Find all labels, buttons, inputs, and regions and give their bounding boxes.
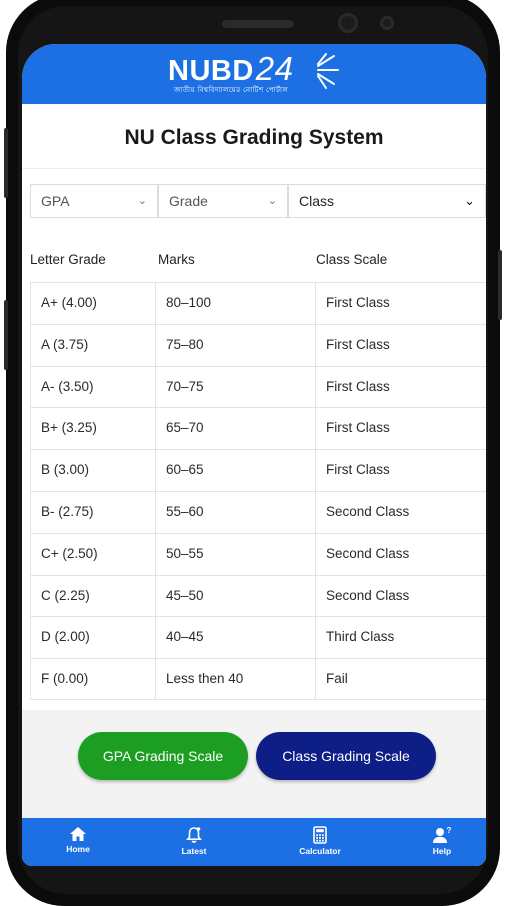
- class-cell: First Class: [326, 295, 390, 310]
- calculator-icon: [313, 826, 327, 844]
- grade-cell: B- (2.75): [30, 491, 156, 533]
- header-letter-grade: Letter Grade: [30, 252, 106, 267]
- class-cell: First Class: [326, 378, 390, 394]
- class-cell: Second Class: [326, 545, 410, 561]
- phone-side-button-left: [4, 128, 8, 198]
- help-user-icon: ?: [433, 826, 452, 843]
- app-screen: NUBD24 জাতীয় বিশ্ববিদ্যালয়ের নোটিশ পোর…: [22, 44, 486, 866]
- grade-cell: B (3.00): [30, 450, 156, 491]
- gpa-grading-scale-button[interactable]: GPA Grading Scale: [78, 732, 248, 780]
- header-marks: Marks: [158, 252, 195, 267]
- grade-cell: A (3.75): [30, 324, 156, 366]
- marks-cell: 55–60: [156, 491, 316, 533]
- grade-cell: B+ (3.25): [30, 408, 156, 450]
- nav-label-calculator: Calculator: [299, 846, 341, 856]
- nav-item-calculator[interactable]: Calculator: [280, 818, 360, 866]
- marks-cell: 50–55: [156, 533, 316, 575]
- app-logo[interactable]: NUBD24: [168, 52, 294, 87]
- app-header: NUBD24 জাতীয় বিশ্ববিদ্যালয়ের নোটিশ পোর…: [22, 44, 486, 104]
- chevron-down-icon: ⌄: [464, 193, 475, 208]
- grade-cell: D (2.00): [30, 617, 156, 659]
- class-cell: Third Class: [326, 629, 395, 645]
- table-row: A (3.75) 75–80 First Class: [30, 323, 486, 366]
- header-class-scale: Class Scale: [316, 252, 388, 267]
- marks-cell: 65–70: [156, 408, 316, 450]
- grade-cell: C+ (2.50): [30, 533, 156, 575]
- table-row: F (0.00) Less then 40 Fail: [30, 658, 486, 700]
- bottom-nav: Home Latest Calculator ? Help: [22, 818, 486, 866]
- class-cell: Fail: [326, 671, 348, 687]
- table-row: B- (2.75) 55–60 Second Class: [30, 490, 486, 533]
- marks-cell: 75–80: [156, 324, 316, 366]
- nav-item-help[interactable]: ? Help: [402, 818, 482, 866]
- marks-cell: 80–100: [156, 283, 316, 324]
- nav-label-help: Help: [432, 846, 452, 856]
- phone-speaker: [222, 20, 294, 28]
- logo-rays-icon: [317, 53, 339, 89]
- bell-icon: [186, 827, 202, 843]
- class-select[interactable]: Class ⌄: [288, 184, 486, 218]
- table-row: B (3.00) 60–65 First Class: [30, 449, 486, 491]
- marks-cell: 40–45: [156, 617, 316, 659]
- page-title: NU Class Grading System: [124, 126, 384, 149]
- class-select-label: Class: [299, 193, 335, 209]
- class-cell: First Class: [326, 462, 390, 478]
- marks-cell: 45–50: [156, 575, 316, 617]
- gpa-select[interactable]: GPA ⌄: [30, 184, 158, 218]
- class-cell: First Class: [326, 336, 390, 352]
- marks-cell: 70–75: [156, 366, 316, 408]
- logo-number: 24: [255, 50, 294, 87]
- grading-table: A+ (4.00) 80–100 First Class A (3.75) 75…: [30, 282, 486, 700]
- grade-cell: F (0.00): [30, 659, 156, 699]
- class-grading-scale-button[interactable]: Class Grading Scale: [256, 732, 436, 780]
- class-cell: Second Class: [326, 587, 410, 603]
- front-camera-icon: [338, 13, 358, 33]
- table-row: C (2.25) 45–50 Second Class: [30, 574, 486, 617]
- marks-cell: Less then 40: [156, 659, 316, 699]
- table-row: D (2.00) 40–45 Third Class: [30, 616, 486, 659]
- nav-label-latest: Latest: [181, 846, 207, 856]
- nav-label-home: Home: [66, 844, 90, 854]
- grade-cell: C (2.25): [30, 575, 156, 617]
- table-row: A- (3.50) 70–75 First Class: [30, 365, 486, 408]
- home-icon: [70, 827, 86, 841]
- svg-text:?: ?: [447, 826, 452, 835]
- marks-cell: 60–65: [156, 450, 316, 491]
- grade-select-label: Grade: [169, 193, 208, 209]
- chevron-down-icon: ⌄: [137, 195, 147, 207]
- phone-side-button-right: [498, 250, 502, 320]
- grade-select[interactable]: Grade ⌄: [158, 184, 288, 218]
- phone-side-button-left-2: [4, 300, 8, 370]
- logo-text: NUBD: [168, 55, 254, 87]
- table-row: B+ (3.25) 65–70 First Class: [30, 407, 486, 450]
- class-cell: Second Class: [326, 503, 410, 519]
- gpa-select-label: GPA: [41, 193, 70, 209]
- grade-cell: A+ (4.00): [30, 283, 156, 324]
- sensor-icon: [380, 16, 394, 30]
- grade-cell: A- (3.50): [30, 366, 156, 408]
- table-row: C+ (2.50) 50–55 Second Class: [30, 532, 486, 575]
- table-row: A+ (4.00) 80–100 First Class: [30, 282, 486, 324]
- chevron-down-icon: ⌄: [267, 195, 277, 207]
- logo-subtitle: জাতীয় বিশ্ববিদ্যালয়ের নোটিশ পোর্টাল: [174, 87, 289, 94]
- nav-item-home[interactable]: Home: [38, 818, 118, 866]
- nav-item-latest[interactable]: Latest: [154, 818, 234, 866]
- class-cell: First Class: [326, 420, 390, 436]
